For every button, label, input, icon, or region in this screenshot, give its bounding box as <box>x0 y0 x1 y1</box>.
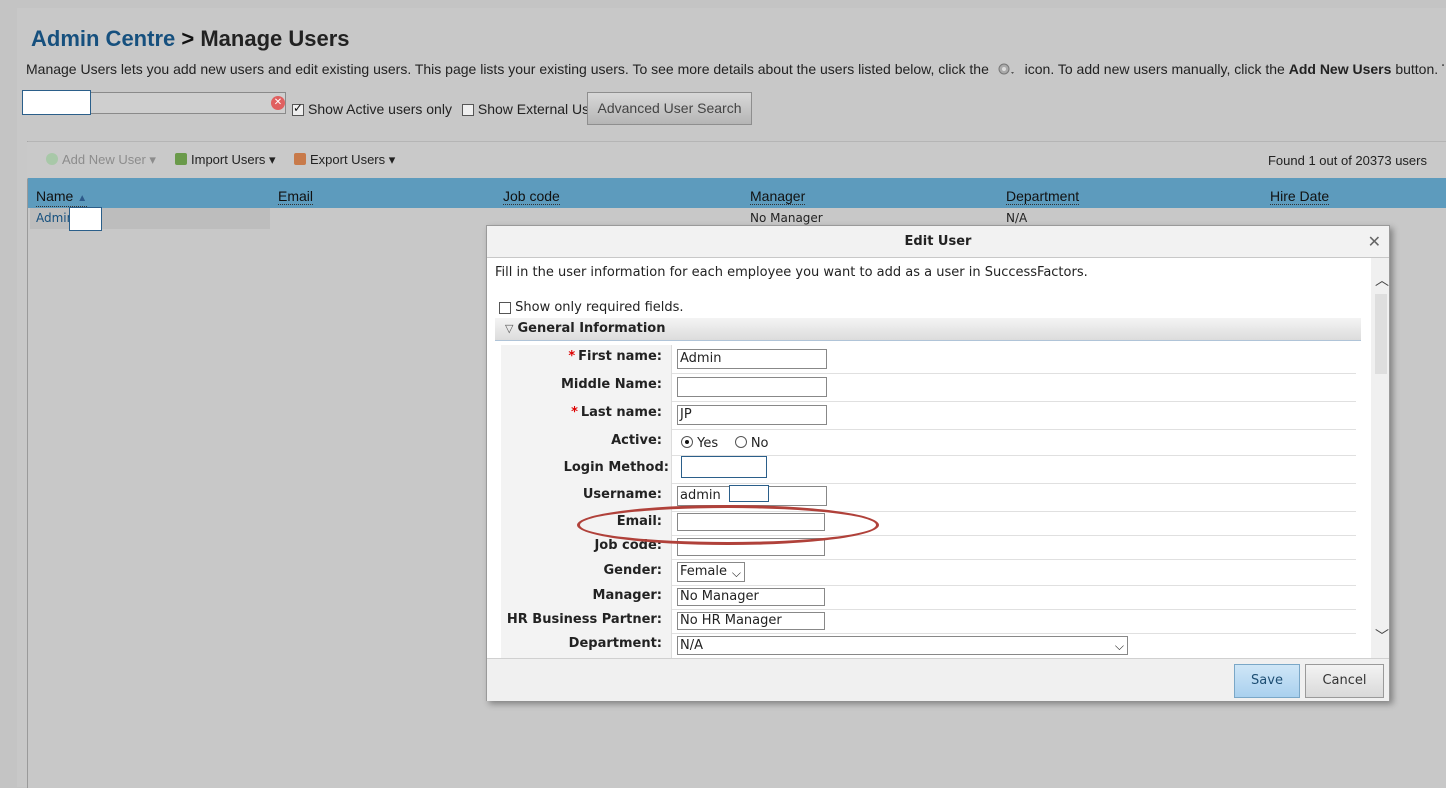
chevron-down-icon: ⌵ <box>731 566 741 580</box>
required-only-option: Show only required fields. <box>499 300 684 315</box>
form-row-department: Department: N/A ⌵ <box>501 633 1356 658</box>
section-title: General Information <box>517 321 666 336</box>
breadcrumb: Admin Centre > Manage Users <box>31 26 350 52</box>
form-row-first-name: * First name: Admin <box>501 345 1356 374</box>
active-radio-group: Yes No <box>681 436 769 451</box>
scroll-down-icon[interactable]: ﹀ <box>1375 626 1389 646</box>
active-no-radio[interactable] <box>734 436 747 448</box>
department-select[interactable]: N/A ⌵ <box>677 636 1128 655</box>
description-text-2: icon. To add new users manually, click t… <box>1024 61 1285 77</box>
scroll-up-icon[interactable]: ︿ <box>1375 270 1389 290</box>
dialog-body: Fill in the user information for each em… <box>487 258 1371 658</box>
active-yes-radio[interactable] <box>681 436 693 448</box>
redacted-box <box>729 485 769 502</box>
column-header-job-code[interactable]: Job code <box>503 189 560 205</box>
advanced-user-search-button[interactable]: Advanced User Search <box>587 92 752 125</box>
show-external-checkbox[interactable] <box>461 104 474 117</box>
last-name-input[interactable]: JP <box>677 405 827 425</box>
edit-user-dialog: Edit User ✕ Fill in the user information… <box>486 225 1390 701</box>
save-button[interactable]: Save <box>1234 664 1300 698</box>
import-icon <box>175 153 187 165</box>
export-users-label: Export Users <box>310 152 386 167</box>
form-row-last-name: * Last name: JP <box>501 401 1356 430</box>
required-marker: * <box>571 405 578 420</box>
active-label: Active: <box>611 433 662 448</box>
gear-icon <box>997 62 1017 79</box>
gender-select[interactable]: Female ⌵ <box>677 562 745 582</box>
export-users-button[interactable]: Export Users ▾ <box>294 152 395 168</box>
required-only-checkbox[interactable] <box>499 301 511 314</box>
filter-options: Show Active users only Show External Use… <box>292 101 608 117</box>
form-row-gender: Gender: Female ⌵ <box>501 559 1356 586</box>
table-header <box>28 178 1446 208</box>
middle-name-input[interactable] <box>677 377 827 397</box>
redacted-box <box>22 90 91 115</box>
column-header-manager[interactable]: Manager <box>750 189 806 205</box>
close-icon[interactable]: ✕ <box>1368 232 1381 251</box>
user-manager-cell: No Manager <box>750 211 823 225</box>
page-title: Manage Users <box>200 26 350 51</box>
dialog-title: Edit User <box>487 226 1389 258</box>
description-text-1: Manage Users lets you add new users and … <box>26 61 989 77</box>
middle-name-label: Middle Name: <box>560 377 662 392</box>
cancel-button[interactable]: Cancel <box>1305 664 1384 698</box>
page-description: Manage Users lets you add new users and … <box>26 61 1444 79</box>
description-bold: Add New Users <box>1288 61 1392 77</box>
clear-search-icon[interactable]: ✕ <box>271 96 285 110</box>
dialog-scrollbar[interactable]: ︿ ﹀ <box>1373 258 1389 658</box>
results-count: Found 1 out of 20373 users <box>1267 153 1427 168</box>
sort-ascending-icon: ▲ <box>77 193 88 204</box>
add-new-user-button[interactable]: Add New User ▾ <box>46 152 156 168</box>
username-label: Username: <box>582 487 662 502</box>
login-method-value[interactable] <box>681 456 767 478</box>
form-row-hr-business-partner: HR Business Partner: No HR Manager <box>501 609 1356 634</box>
form-row-username: Username: admin <box>501 483 1356 512</box>
active-yes-label: Yes <box>697 436 719 451</box>
show-active-checkbox[interactable] <box>292 101 304 117</box>
form-row-login-method: Login Method: <box>501 455 1356 484</box>
add-new-user-label: Add New User <box>62 152 146 167</box>
breadcrumb-admin-centre-link[interactable]: Admin Centre <box>31 26 175 51</box>
breadcrumb-separator: > <box>181 26 195 51</box>
last-name-label: Last name: <box>580 405 662 420</box>
column-header-name[interactable]: Name ▲ <box>36 189 88 207</box>
import-users-label: Import Users <box>191 152 266 167</box>
show-external-label: Show External User <box>477 101 602 117</box>
section-general-information[interactable]: ▽ General Information <box>495 318 1361 341</box>
chevron-down-icon: ⌵ <box>1114 639 1124 653</box>
redacted-box <box>69 207 102 231</box>
show-active-label: Show Active users only <box>308 101 452 117</box>
gender-label: Gender: <box>603 563 662 578</box>
column-header-hire-date[interactable]: Hire Date <box>1270 189 1330 205</box>
email-highlight-annotation <box>577 505 879 545</box>
hr-partner-input[interactable]: No HR Manager <box>677 612 825 630</box>
manager-label: Manager: <box>592 588 662 603</box>
hr-partner-label: HR Business Partner: <box>506 612 662 627</box>
required-only-label: Show only required fields. <box>515 300 684 315</box>
scrollbar-thumb[interactable] <box>1375 294 1387 374</box>
dialog-footer: Save Cancel <box>487 658 1389 701</box>
export-icon <box>294 153 306 165</box>
first-name-input[interactable]: Admin <box>677 349 827 369</box>
form-row-middle-name: Middle Name: <box>501 373 1356 402</box>
import-users-button[interactable]: Import Users ▾ <box>175 152 276 168</box>
form-row-manager: Manager: No Manager <box>501 585 1356 610</box>
department-label: Department: <box>568 636 662 651</box>
column-header-department[interactable]: Department <box>1006 189 1080 205</box>
add-icon <box>46 153 58 165</box>
description-text-3: button. To import your use <box>1395 61 1444 77</box>
active-no-label: No <box>750 436 769 451</box>
form-row-active: Active: Yes No <box>501 429 1356 456</box>
required-marker: * <box>568 349 576 364</box>
chevron-down-icon: ▽ <box>505 322 514 335</box>
login-method-label: Login Method: <box>563 460 669 475</box>
column-header-email[interactable]: Email <box>278 189 314 205</box>
manager-input[interactable]: No Manager <box>677 588 825 606</box>
user-department-cell: N/A <box>1006 211 1028 225</box>
first-name-label: First name: <box>578 349 662 364</box>
dialog-intro: Fill in the user information for each em… <box>495 265 1088 280</box>
